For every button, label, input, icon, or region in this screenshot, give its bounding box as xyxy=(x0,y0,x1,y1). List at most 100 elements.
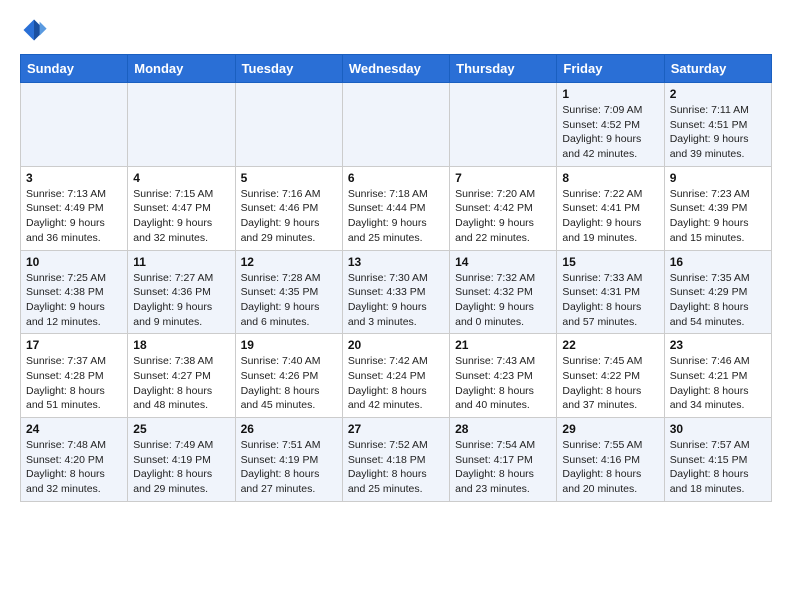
calendar-cell xyxy=(342,83,449,167)
day-info: Sunrise: 7:16 AMSunset: 4:46 PMDaylight:… xyxy=(241,187,337,246)
day-info: Sunrise: 7:40 AMSunset: 4:26 PMDaylight:… xyxy=(241,354,337,413)
day-info: Sunrise: 7:22 AMSunset: 4:41 PMDaylight:… xyxy=(562,187,658,246)
day-info: Sunrise: 7:38 AMSunset: 4:27 PMDaylight:… xyxy=(133,354,229,413)
day-info: Sunrise: 7:37 AMSunset: 4:28 PMDaylight:… xyxy=(26,354,122,413)
header xyxy=(20,16,772,44)
day-number: 3 xyxy=(26,171,122,185)
calendar-cell: 6 Sunrise: 7:18 AMSunset: 4:44 PMDaylight… xyxy=(342,166,449,250)
calendar-cell: 25Sunrise: 7:49 AMSunset: 4:19 PMDayligh… xyxy=(128,418,235,502)
calendar-cell: 4Sunrise: 7:15 AMSunset: 4:47 PMDaylight… xyxy=(128,166,235,250)
calendar-cell xyxy=(450,83,557,167)
day-info: Sunrise: 7:28 AMSunset: 4:35 PMDaylight:… xyxy=(241,271,337,330)
day-info: Sunrise: 7:54 AMSunset: 4:17 PMDaylight:… xyxy=(455,438,551,497)
day-number: 7 xyxy=(455,171,551,185)
day-info: Sunrise: 7:42 AMSunset: 4:24 PMDaylight:… xyxy=(348,354,444,413)
day-number: 18 xyxy=(133,338,229,352)
calendar-week-row: 1 Sunrise: 7:09 AMSunset: 4:52 PMDaylight… xyxy=(21,83,772,167)
calendar: SundayMondayTuesdayWednesdayThursdayFrid… xyxy=(20,54,772,502)
day-number: 10 xyxy=(26,255,122,269)
calendar-cell: 14 Sunrise: 7:32 AMSunset: 4:32 PMDayligh… xyxy=(450,250,557,334)
calendar-cell xyxy=(21,83,128,167)
day-header-wednesday: Wednesday xyxy=(342,55,449,83)
day-number: 11 xyxy=(133,255,229,269)
day-header-tuesday: Tuesday xyxy=(235,55,342,83)
calendar-header-row: SundayMondayTuesdayWednesdayThursdayFrid… xyxy=(21,55,772,83)
logo xyxy=(20,16,52,44)
day-number: 23 xyxy=(670,338,766,352)
day-info: Sunrise: 7:27 AMSunset: 4:36 PMDaylight:… xyxy=(133,271,229,330)
day-info: Sunrise: 7:35 AMSunset: 4:29 PMDaylight:… xyxy=(670,271,766,330)
day-info: Sunrise: 7:20 AMSunset: 4:42 PMDaylight:… xyxy=(455,187,551,246)
day-info: Sunrise: 7:45 AMSunset: 4:22 PMDaylight:… xyxy=(562,354,658,413)
calendar-cell xyxy=(235,83,342,167)
day-number: 24 xyxy=(26,422,122,436)
calendar-week-row: 17 Sunrise: 7:37 AMSunset: 4:28 PMDayligh… xyxy=(21,334,772,418)
day-info: Sunrise: 7:13 AMSunset: 4:49 PMDaylight:… xyxy=(26,187,122,246)
day-number: 21 xyxy=(455,338,551,352)
day-info: Sunrise: 7:51 AMSunset: 4:19 PMDaylight:… xyxy=(241,438,337,497)
day-number: 28 xyxy=(455,422,551,436)
day-number: 5 xyxy=(241,171,337,185)
day-header-monday: Monday xyxy=(128,55,235,83)
calendar-week-row: 10 Sunrise: 7:25 AMSunset: 4:38 PMDayligh… xyxy=(21,250,772,334)
day-number: 1 xyxy=(562,87,658,101)
calendar-cell: 11 Sunrise: 7:27 AMSunset: 4:36 PMDayligh… xyxy=(128,250,235,334)
day-info: Sunrise: 7:15 AMSunset: 4:47 PMDaylight:… xyxy=(133,187,229,246)
calendar-cell: 22 Sunrise: 7:45 AMSunset: 4:22 PMDayligh… xyxy=(557,334,664,418)
calendar-week-row: 24 Sunrise: 7:48 AMSunset: 4:20 PMDayligh… xyxy=(21,418,772,502)
calendar-cell: 30Sunrise: 7:57 AMSunset: 4:15 PMDayligh… xyxy=(664,418,771,502)
calendar-cell: 5 Sunrise: 7:16 AMSunset: 4:46 PMDaylight… xyxy=(235,166,342,250)
page: SundayMondayTuesdayWednesdayThursdayFrid… xyxy=(0,0,792,518)
calendar-cell: 27Sunrise: 7:52 AMSunset: 4:18 PMDayligh… xyxy=(342,418,449,502)
calendar-week-row: 3 Sunrise: 7:13 AMSunset: 4:49 PMDaylight… xyxy=(21,166,772,250)
day-info: Sunrise: 7:18 AMSunset: 4:44 PMDaylight:… xyxy=(348,187,444,246)
day-info: Sunrise: 7:11 AMSunset: 4:51 PMDaylight:… xyxy=(670,103,766,162)
day-number: 20 xyxy=(348,338,444,352)
day-number: 6 xyxy=(348,171,444,185)
logo-icon xyxy=(20,16,48,44)
day-header-friday: Friday xyxy=(557,55,664,83)
day-number: 15 xyxy=(562,255,658,269)
day-info: Sunrise: 7:43 AMSunset: 4:23 PMDaylight:… xyxy=(455,354,551,413)
day-number: 19 xyxy=(241,338,337,352)
day-number: 16 xyxy=(670,255,766,269)
day-info: Sunrise: 7:48 AMSunset: 4:20 PMDaylight:… xyxy=(26,438,122,497)
day-number: 17 xyxy=(26,338,122,352)
day-number: 8 xyxy=(562,171,658,185)
day-number: 14 xyxy=(455,255,551,269)
calendar-cell: 28 Sunrise: 7:54 AMSunset: 4:17 PMDayligh… xyxy=(450,418,557,502)
calendar-cell: 12 Sunrise: 7:28 AMSunset: 4:35 PMDayligh… xyxy=(235,250,342,334)
day-number: 22 xyxy=(562,338,658,352)
day-info: Sunrise: 7:25 AMSunset: 4:38 PMDaylight:… xyxy=(26,271,122,330)
calendar-cell: 19 Sunrise: 7:40 AMSunset: 4:26 PMDayligh… xyxy=(235,334,342,418)
day-number: 25 xyxy=(133,422,229,436)
calendar-cell: 7 Sunrise: 7:20 AMSunset: 4:42 PMDaylight… xyxy=(450,166,557,250)
day-info: Sunrise: 7:09 AMSunset: 4:52 PMDaylight:… xyxy=(562,103,658,162)
calendar-cell: 21 Sunrise: 7:43 AMSunset: 4:23 PMDayligh… xyxy=(450,334,557,418)
day-header-thursday: Thursday xyxy=(450,55,557,83)
day-number: 12 xyxy=(241,255,337,269)
calendar-cell: 20 Sunrise: 7:42 AMSunset: 4:24 PMDayligh… xyxy=(342,334,449,418)
day-info: Sunrise: 7:32 AMSunset: 4:32 PMDaylight:… xyxy=(455,271,551,330)
day-header-sunday: Sunday xyxy=(21,55,128,83)
day-number: 26 xyxy=(241,422,337,436)
day-info: Sunrise: 7:52 AMSunset: 4:18 PMDaylight:… xyxy=(348,438,444,497)
calendar-cell: 26 Sunrise: 7:51 AMSunset: 4:19 PMDayligh… xyxy=(235,418,342,502)
day-info: Sunrise: 7:46 AMSunset: 4:21 PMDaylight:… xyxy=(670,354,766,413)
calendar-cell: 1 Sunrise: 7:09 AMSunset: 4:52 PMDaylight… xyxy=(557,83,664,167)
day-info: Sunrise: 7:30 AMSunset: 4:33 PMDaylight:… xyxy=(348,271,444,330)
calendar-cell: 29Sunrise: 7:55 AMSunset: 4:16 PMDayligh… xyxy=(557,418,664,502)
calendar-cell xyxy=(128,83,235,167)
day-number: 9 xyxy=(670,171,766,185)
day-header-saturday: Saturday xyxy=(664,55,771,83)
calendar-cell: 10 Sunrise: 7:25 AMSunset: 4:38 PMDayligh… xyxy=(21,250,128,334)
calendar-cell: 9Sunrise: 7:23 AMSunset: 4:39 PMDaylight… xyxy=(664,166,771,250)
calendar-cell: 13Sunrise: 7:30 AMSunset: 4:33 PMDayligh… xyxy=(342,250,449,334)
calendar-cell: 8 Sunrise: 7:22 AMSunset: 4:41 PMDaylight… xyxy=(557,166,664,250)
calendar-cell: 18 Sunrise: 7:38 AMSunset: 4:27 PMDayligh… xyxy=(128,334,235,418)
calendar-cell: 15 Sunrise: 7:33 AMSunset: 4:31 PMDayligh… xyxy=(557,250,664,334)
day-info: Sunrise: 7:33 AMSunset: 4:31 PMDaylight:… xyxy=(562,271,658,330)
calendar-cell: 23 Sunrise: 7:46 AMSunset: 4:21 PMDayligh… xyxy=(664,334,771,418)
day-info: Sunrise: 7:57 AMSunset: 4:15 PMDaylight:… xyxy=(670,438,766,497)
calendar-cell: 3 Sunrise: 7:13 AMSunset: 4:49 PMDaylight… xyxy=(21,166,128,250)
